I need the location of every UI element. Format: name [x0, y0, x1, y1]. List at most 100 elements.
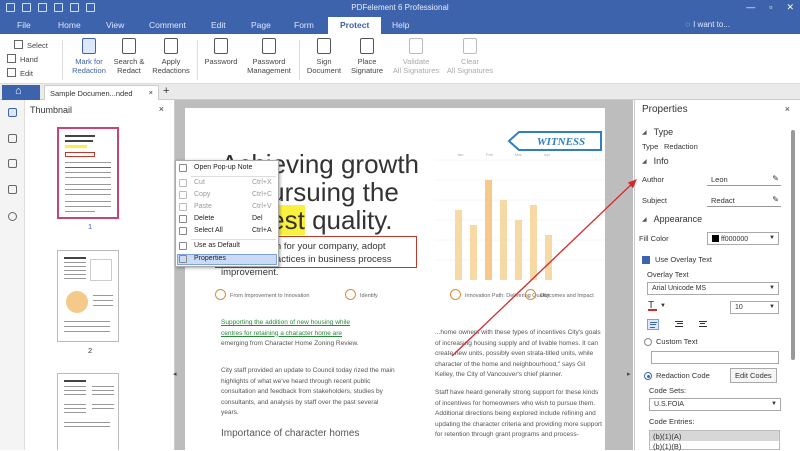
text-color-icon[interactable]: T	[648, 300, 657, 311]
thumbnail-icon[interactable]	[8, 108, 17, 117]
info-section-header[interactable]: Info	[642, 156, 669, 166]
redaction-code-radio[interactable]	[644, 372, 652, 380]
maximize-icon[interactable]: ▫	[769, 2, 772, 13]
close-icon[interactable]: ✕	[786, 2, 794, 13]
subject-label: Subject	[642, 196, 668, 205]
use-overlay-checkbox[interactable]	[642, 256, 650, 264]
chevron-down-icon[interactable]: ▼	[660, 303, 666, 309]
color-swatch	[712, 235, 719, 242]
search-help-input[interactable]: I want to...	[685, 20, 730, 29]
underlined-text[interactable]: Supporting the addition of new housing w…	[221, 319, 350, 326]
font-size-select[interactable]: 10 ▼	[730, 301, 779, 314]
align-center-icon[interactable]	[697, 319, 709, 330]
document-tab-close-icon[interactable]: ×	[149, 88, 153, 97]
underlined-text[interactable]: centres for retaining a character home a…	[221, 330, 342, 337]
page-thumbnail-1[interactable]	[57, 127, 119, 219]
bar-chart-graphic: Jan Feb Mar Apr	[435, 152, 605, 280]
password-label: Password	[204, 57, 238, 66]
menu-item-cut[interactable]: Cut	[194, 179, 205, 190]
edit-pencil-icon[interactable]: ✎	[772, 174, 779, 183]
chevron-down-icon: ▼	[771, 401, 777, 407]
menu-item-open-popup-note[interactable]: Open Pop-up Note	[194, 164, 252, 175]
page-thumbnail-2[interactable]	[57, 250, 119, 342]
align-left-icon[interactable]	[647, 319, 659, 330]
menu-item-delete[interactable]: Delete	[194, 215, 214, 226]
properties-close-icon[interactable]: ×	[785, 104, 790, 114]
sign-document-button[interactable]: Sign Document	[304, 38, 344, 75]
custom-text-radio[interactable]	[644, 338, 652, 346]
password-management-button[interactable]: Password Management	[243, 38, 295, 75]
collapse-right-icon[interactable]: ▸	[627, 370, 631, 378]
mark-redaction-icon	[82, 38, 96, 54]
fill-color-picker[interactable]: ff000000 ▼	[707, 232, 779, 245]
comment-icon[interactable]	[8, 159, 17, 168]
code-entries-list[interactable]: (b)(1)(A) (b)(1)(B)	[649, 430, 780, 451]
align-right-icon[interactable]	[673, 319, 685, 330]
edit-pencil-icon[interactable]: ✎	[772, 195, 779, 204]
menu-help[interactable]: Help	[392, 20, 409, 30]
chart-bar	[500, 200, 507, 280]
bookmark-icon[interactable]	[8, 134, 17, 143]
code-entry[interactable]: (b)(1)(A)	[650, 431, 779, 441]
chart-bar	[515, 220, 522, 280]
document-tab[interactable]: Sample Documen...nded ×	[44, 85, 159, 100]
apply-redactions-button[interactable]: Apply Redactions	[150, 38, 192, 75]
menu-form[interactable]: Form	[294, 20, 314, 30]
clear-signatures-icon	[463, 38, 477, 54]
password-button[interactable]: Password	[202, 38, 240, 66]
subject-field[interactable]: Redact ✎	[707, 194, 781, 207]
chart-month-label: Mar	[515, 152, 523, 157]
document-tab-bar: Sample Documen...nded × +	[0, 84, 800, 100]
select-tool[interactable]: Select	[14, 40, 48, 50]
place-signature-button[interactable]: Place Signature	[346, 38, 388, 75]
menu-item-select-all[interactable]: Select All	[194, 227, 223, 238]
menu-file[interactable]: File	[17, 20, 31, 30]
collapse-left-icon[interactable]: ◂	[173, 370, 177, 378]
menu-item-use-as-default[interactable]: Use as Default	[194, 242, 240, 253]
new-tab-button[interactable]: +	[163, 85, 169, 97]
menu-home[interactable]: Home	[58, 20, 81, 30]
menu-item-copy[interactable]: Copy	[194, 191, 210, 202]
author-field[interactable]: Leon ✎	[707, 173, 781, 186]
menu-item-paste[interactable]: Paste	[194, 203, 212, 214]
mark-redaction-button[interactable]: Mark for Redaction	[68, 38, 110, 75]
ribbon-protect: Select Hand Edit Mark for Redaction Sear…	[0, 34, 800, 84]
ribbon-separator	[62, 40, 63, 80]
overlay-text-label: Overlay Text	[647, 270, 689, 279]
clear-signatures-label: Clear All Signatures	[446, 57, 494, 75]
menu-page[interactable]: Page	[251, 20, 271, 30]
clear-signatures-button[interactable]: Clear All Signatures	[444, 38, 496, 75]
code-sets-select[interactable]: U.S.FOIA ▼	[649, 398, 781, 411]
chart-bar	[530, 205, 537, 280]
menu-view[interactable]: View	[106, 20, 124, 30]
overlay-font-select[interactable]: Arial Unicode MS ▼	[647, 282, 779, 295]
section-heading: Importance of character homes	[221, 428, 360, 439]
edit-codes-button[interactable]: Edit Codes	[730, 368, 777, 383]
shortcut-delete: Del	[252, 215, 263, 222]
place-signature-icon	[360, 38, 374, 54]
menu-comment[interactable]: Comment	[149, 20, 186, 30]
custom-text-input[interactable]	[651, 351, 779, 364]
hand-tool[interactable]: Hand	[7, 54, 38, 64]
search-redact-button[interactable]: Search & Redact	[112, 38, 146, 75]
type-value: Redaction	[664, 142, 698, 151]
menu-edit[interactable]: Edit	[211, 20, 226, 30]
search-icon[interactable]	[8, 212, 17, 221]
attachment-icon[interactable]	[8, 185, 17, 194]
menu-protect[interactable]: Protect	[328, 17, 382, 34]
minimize-icon[interactable]: —	[746, 2, 755, 13]
witness-stamp[interactable]: WITNESS	[507, 130, 605, 152]
appearance-section-header[interactable]: Appearance	[642, 214, 703, 224]
validate-signatures-button[interactable]: Validate All Signatures	[390, 38, 442, 75]
edit-tool[interactable]: Edit	[7, 68, 33, 78]
menu-divider	[191, 239, 276, 240]
properties-scrollbar[interactable]	[791, 130, 795, 360]
process-step: Identify	[345, 289, 378, 300]
home-tab-icon[interactable]	[2, 85, 40, 100]
window-title: PDFelement 6 Professional	[351, 3, 449, 12]
page-thumbnail-3[interactable]	[57, 373, 119, 450]
type-section-header[interactable]: Type	[642, 127, 674, 137]
properties-panel-title: Properties	[642, 104, 688, 115]
thumbnail-panel-close-icon[interactable]: ×	[159, 104, 164, 114]
menu-item-properties[interactable]: Properties	[194, 255, 226, 266]
